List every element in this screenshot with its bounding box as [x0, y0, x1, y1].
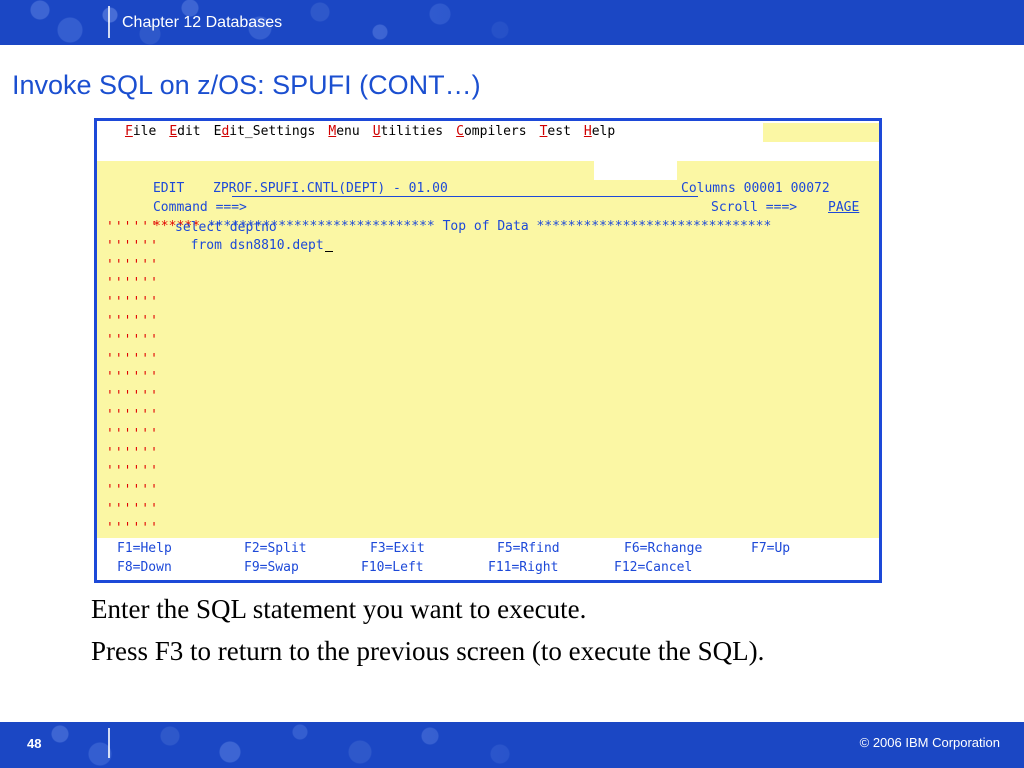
menu-item[interactable]: File: [125, 124, 156, 139]
menu-item[interactable]: Test: [540, 124, 571, 139]
function-key[interactable]: F12=Cancel: [614, 559, 692, 577]
function-key[interactable]: F6=Rchange: [624, 540, 702, 558]
function-key[interactable]: F3=Exit: [370, 540, 425, 558]
slide-title: Invoke SQL on z/OS: SPUFI (CONT…): [12, 70, 481, 100]
top-of-data-line: ****** ***************************** Top…: [106, 200, 879, 234]
line-prefix[interactable]: '''''': [106, 219, 159, 237]
function-key[interactable]: F9=Swap: [244, 559, 299, 577]
menu-item[interactable]: Edit: [169, 124, 200, 139]
line-prefix[interactable]: '''''': [106, 313, 159, 331]
line-prefix[interactable]: '''''': [106, 463, 159, 481]
command-input[interactable]: [232, 196, 698, 197]
terminal-screen: File Edit Edit_Settings Menu Utilities Compil…: [97, 121, 879, 580]
function-key[interactable]: F8=Down: [117, 559, 172, 577]
line-prefix[interactable]: '''''': [106, 238, 159, 256]
line-prefix[interactable]: '''''': [106, 520, 159, 538]
menu-item[interactable]: Compilers: [456, 124, 526, 139]
line-prefix[interactable]: '''''': [106, 351, 159, 369]
line-prefix[interactable]: '''''': [106, 275, 159, 293]
line-prefix[interactable]: '''''': [106, 407, 159, 425]
line-prefix[interactable]: '''''': [106, 257, 159, 275]
edit-header: EDIT ZPROF.SPUFI.CNTL(DEPT) - 01.00 Column…: [106, 162, 876, 196]
menu-item[interactable]: Utilities: [373, 124, 443, 139]
banner-divider: [108, 728, 110, 758]
line-prefix[interactable]: '''''': [106, 501, 159, 519]
menu-item[interactable]: Edit_Settings: [214, 124, 316, 139]
page-number: 48: [27, 736, 42, 751]
copyright: © 2006 IBM Corporation: [859, 735, 1000, 750]
function-key[interactable]: F5=Rfind: [497, 540, 560, 558]
top-of-data-banner: ***************************** Top of Dat…: [207, 219, 772, 234]
line-prefix[interactable]: '''''': [106, 332, 159, 350]
line-prefix[interactable]: '''''': [106, 426, 159, 444]
header-banner: Chapter 12 Databases: [0, 0, 1024, 45]
line-prefix[interactable]: '''''': [106, 445, 159, 463]
function-key[interactable]: F10=Left: [361, 559, 424, 577]
function-key[interactable]: F7=Up: [751, 540, 790, 558]
menu-item[interactable]: Menu: [328, 124, 359, 139]
menu-item[interactable]: Help: [584, 124, 615, 139]
footer-banner: 48 © 2006 IBM Corporation: [0, 722, 1024, 768]
instruction-line-2: Press F3 to return to the previous scree…: [91, 636, 765, 666]
function-key[interactable]: F2=Split: [244, 540, 307, 558]
function-key[interactable]: F1=Help: [117, 540, 172, 558]
menu-bar: File Edit Edit_Settings Menu Utilities Compil…: [125, 123, 628, 141]
chapter-title: Chapter 12 Databases: [122, 14, 283, 31]
code-line[interactable]: select deptno: [175, 219, 277, 237]
function-key[interactable]: F11=Right: [488, 559, 558, 577]
banner-divider: [108, 6, 110, 38]
instruction-line-1: Enter the SQL statement you want to exec…: [91, 594, 587, 624]
line-prefix[interactable]: '''''': [106, 482, 159, 500]
code-line[interactable]: from dsn8810.dept: [175, 237, 333, 255]
ispf-terminal: File Edit Edit_Settings Menu Utilities Compil…: [94, 118, 882, 583]
line-prefix[interactable]: '''''': [106, 369, 159, 387]
text-cursor: [324, 251, 333, 252]
line-prefix[interactable]: '''''': [106, 294, 159, 312]
line-prefix[interactable]: '''''': [106, 388, 159, 406]
